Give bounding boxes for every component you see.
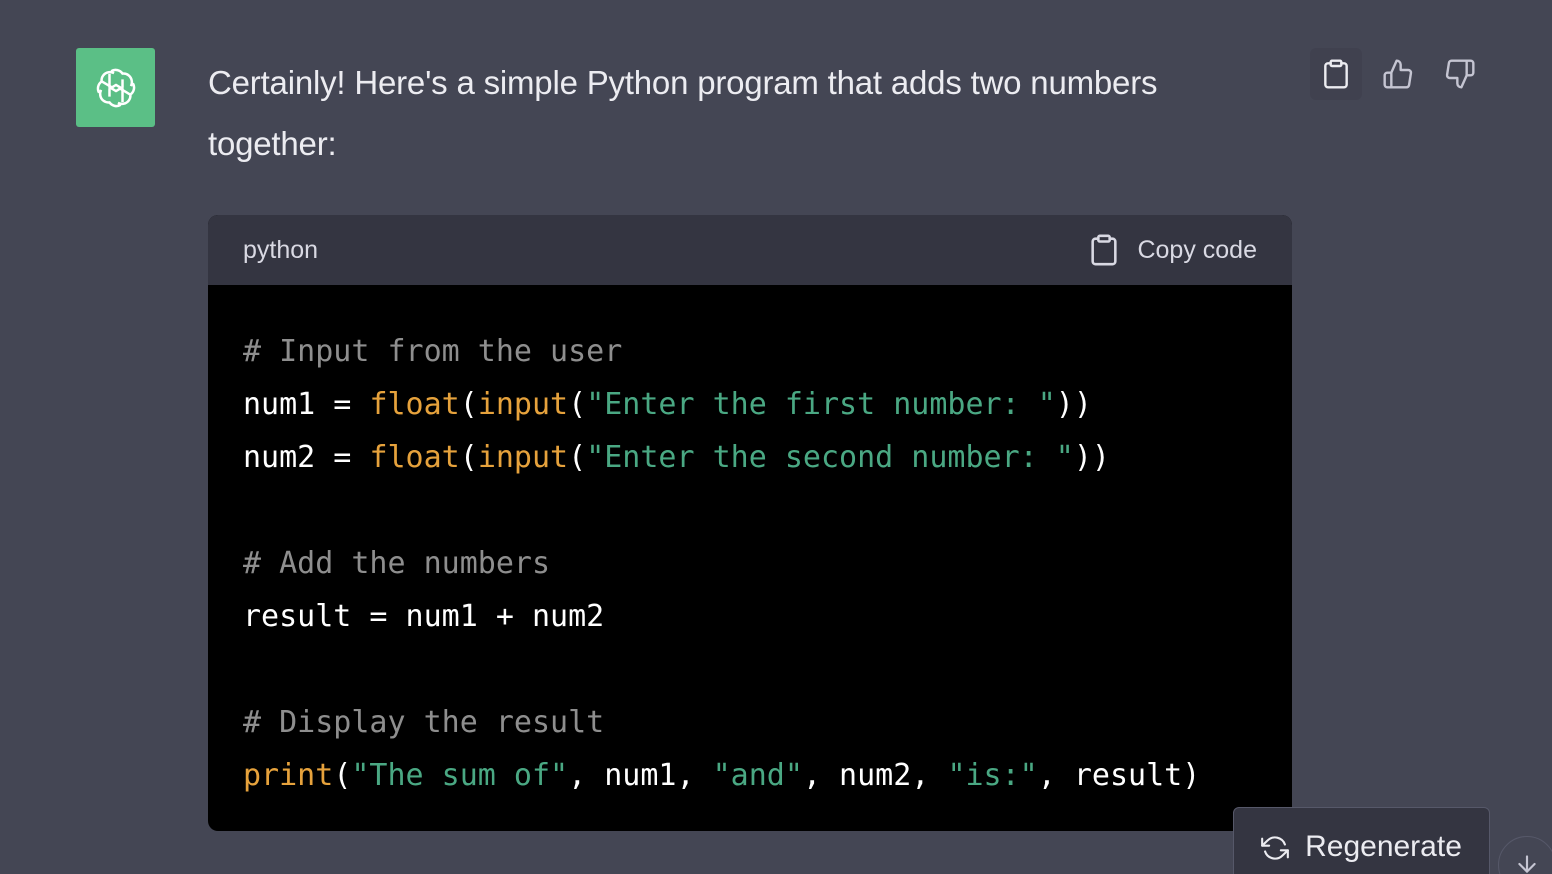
code-content: # Input from the user num1 = float(input(… bbox=[208, 285, 1292, 802]
code-block-header: python Copy code bbox=[208, 215, 1292, 285]
copy-code-label: Copy code bbox=[1137, 235, 1257, 264]
code-token-plain: )) bbox=[1073, 440, 1110, 475]
code-token-plain: ( bbox=[459, 440, 478, 475]
code-token-comment: # Add the numbers bbox=[243, 546, 551, 581]
code-token-plain: ( bbox=[568, 387, 587, 422]
code-token-string: "and" bbox=[712, 758, 803, 793]
scroll-to-bottom-button[interactable] bbox=[1498, 836, 1552, 874]
code-token-string: "is:" bbox=[947, 758, 1038, 793]
openai-logo-icon bbox=[96, 68, 135, 107]
copy-message-button[interactable] bbox=[1310, 48, 1362, 100]
code-token-plain: ( bbox=[568, 440, 587, 475]
code-line: # Add the numbers bbox=[243, 537, 1257, 590]
thumbs-up-button[interactable] bbox=[1372, 48, 1424, 100]
code-token-plain: )) bbox=[1055, 387, 1092, 422]
code-token-builtin: input bbox=[477, 387, 569, 422]
chat-view: Certainly! Here's a simple Python progra… bbox=[0, 0, 1552, 874]
code-token-plain: num1 = bbox=[243, 387, 370, 422]
thumbs-down-button[interactable] bbox=[1434, 48, 1486, 100]
thumbs-down-icon bbox=[1445, 59, 1475, 89]
code-line: # Display the result bbox=[243, 696, 1257, 749]
code-block: python Copy code # Input from the user nu… bbox=[208, 215, 1292, 831]
code-token-comment: # Input from the user bbox=[243, 334, 623, 369]
assistant-message-text: Certainly! Here's a simple Python progra… bbox=[208, 64, 1158, 162]
code-line: num2 = float(input("Enter the second num… bbox=[243, 431, 1257, 484]
code-token-plain: , num2, bbox=[802, 758, 948, 793]
code-token-plain: ( bbox=[459, 387, 478, 422]
code-token-plain: , result) bbox=[1037, 758, 1201, 793]
code-token-builtin: float bbox=[369, 440, 460, 475]
code-token-builtin: print bbox=[243, 758, 334, 793]
code-line: print("The sum of", num1, "and", num2, "… bbox=[243, 749, 1257, 802]
copy-code-button[interactable]: Copy code bbox=[1089, 233, 1257, 267]
code-line: num1 = float(input("Enter the first numb… bbox=[243, 378, 1257, 431]
code-token-plain: , num1, bbox=[568, 758, 713, 793]
refresh-icon bbox=[1261, 836, 1289, 860]
regenerate-button[interactable]: Regenerate bbox=[1233, 807, 1490, 874]
clipboard-icon bbox=[1091, 234, 1118, 266]
code-token-comment: # Display the result bbox=[243, 705, 605, 740]
code-token-plain: num2 = bbox=[243, 440, 370, 475]
message-actions bbox=[1310, 48, 1486, 100]
code-token-plain: result = num1 + num2 bbox=[243, 599, 605, 634]
code-line: result = num1 + num2 bbox=[243, 590, 1257, 643]
code-language-label: python bbox=[243, 235, 319, 264]
code-token-builtin: input bbox=[477, 440, 569, 475]
code-line: # Input from the user bbox=[243, 325, 1257, 378]
code-token-string: "Enter the second number: " bbox=[586, 440, 1074, 475]
code-token-string: "The sum of" bbox=[351, 758, 569, 793]
regenerate-label: Regenerate bbox=[1305, 830, 1462, 863]
arrow-down-icon bbox=[1518, 855, 1536, 873]
assistant-avatar bbox=[76, 48, 155, 127]
code-token-builtin: float bbox=[369, 387, 460, 422]
clipboard-icon bbox=[1324, 59, 1348, 89]
code-token-plain: ( bbox=[333, 758, 352, 793]
thumbs-up-icon bbox=[1383, 59, 1413, 89]
code-token-string: "Enter the first number: " bbox=[586, 387, 1056, 422]
